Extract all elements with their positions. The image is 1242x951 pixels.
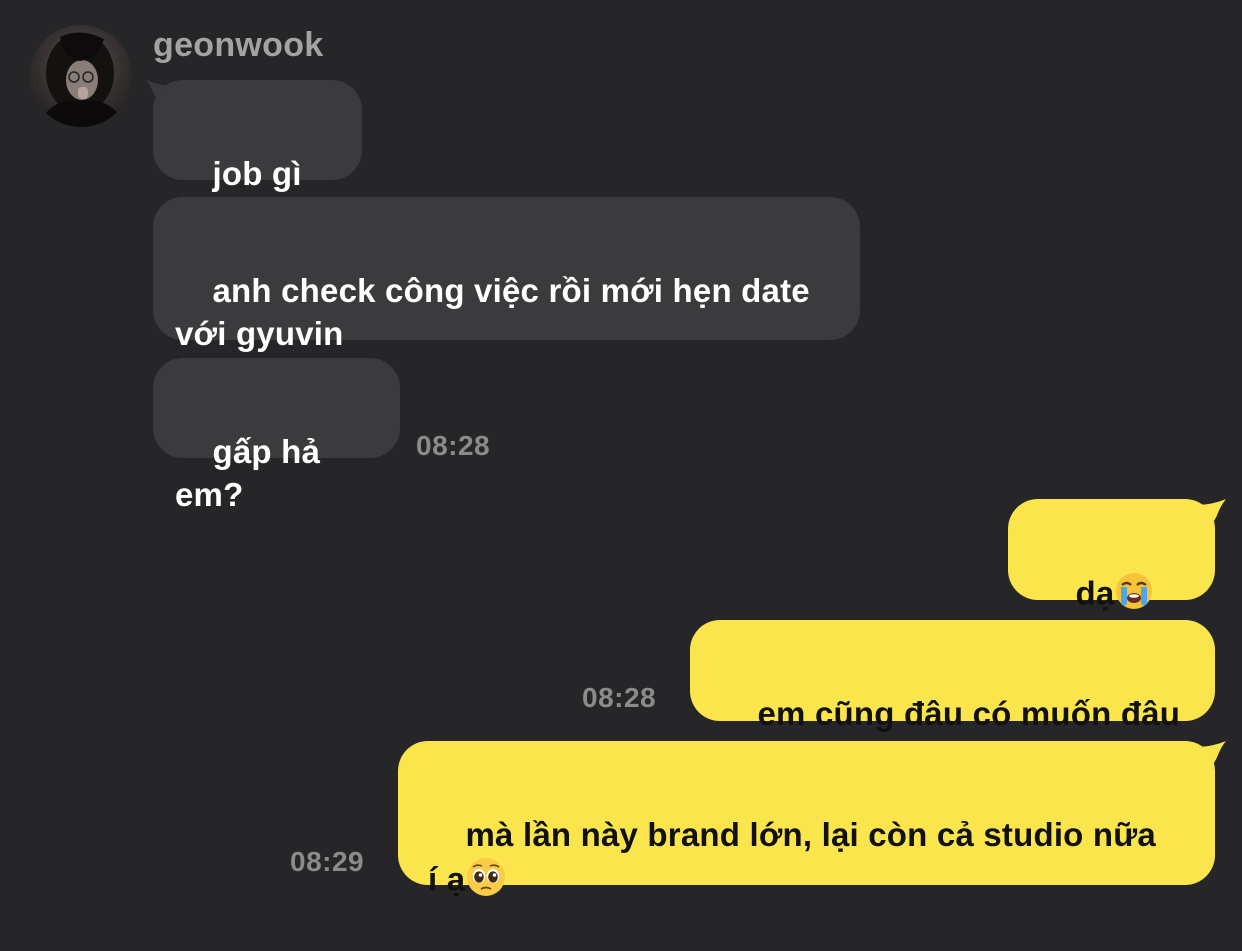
message-text: dạ — [1075, 574, 1115, 612]
profile-photo-icon — [38, 32, 126, 127]
incoming-message-bubble[interactable]: anh check công việc rồi mới hẹn date với… — [153, 197, 860, 352]
message-text: gấp hả em? — [175, 433, 330, 513]
message-text: em cũng đâu có muốn đâu — [757, 695, 1181, 732]
message-text: anh check công việc rồi mới hẹn date với… — [175, 272, 810, 352]
message-text: mà lần này brand lớn, lại còn cả studio … — [428, 816, 1156, 898]
outgoing-message-bubble[interactable]: dạ — [1008, 499, 1215, 659]
loudly-crying-face-icon — [1114, 571, 1154, 621]
sender-name: geonwook — [153, 26, 324, 64]
outgoing-bubble-tail — [1196, 741, 1226, 775]
chat-view: geonwook job gì thế anh check công việc … — [0, 0, 1242, 910]
outgoing-message-bubble[interactable]: em cũng đâu có muốn đâu — [690, 620, 1215, 732]
avatar[interactable] — [30, 25, 132, 127]
incoming-message-bubble[interactable]: job gì thế — [153, 80, 362, 235]
incoming-message-bubble[interactable]: gấp hả em? — [153, 358, 400, 513]
message-timestamp: 08:28 — [416, 430, 491, 461]
message-timestamp: 08:29 — [290, 846, 365, 877]
outgoing-message-bubble[interactable]: mà lần này brand lớn, lại còn cả studio … — [398, 741, 1215, 898]
outgoing-bubble-tail — [1196, 499, 1226, 533]
pleading-face-icon — [465, 856, 507, 908]
message-timestamp: 08:28 — [582, 682, 657, 713]
